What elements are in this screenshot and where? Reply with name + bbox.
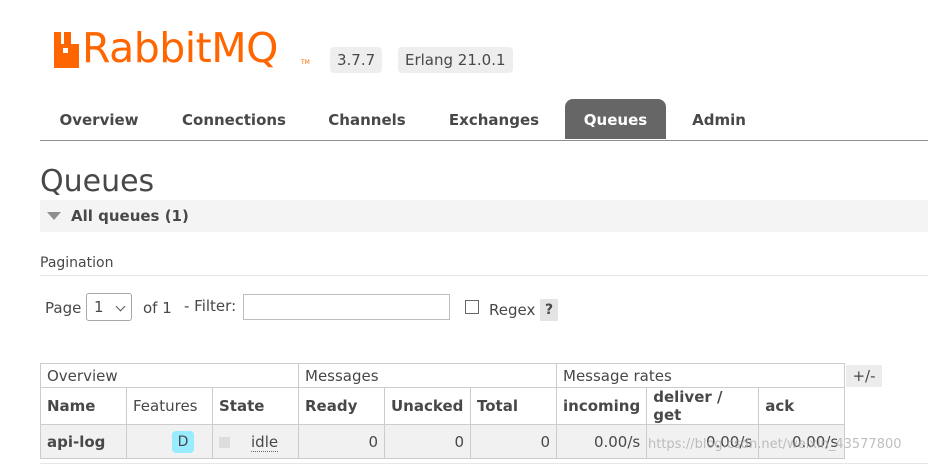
group-header-message-rates: Message rates bbox=[555, 363, 846, 388]
col-header-unacked[interactable]: Unacked bbox=[384, 387, 471, 425]
regex-label: Regex bbox=[489, 301, 536, 319]
ready-cell: 0 bbox=[298, 424, 385, 459]
durable-badge: D bbox=[172, 430, 194, 453]
col-header-total[interactable]: Total bbox=[470, 387, 557, 425]
incoming-rate-cell: 0.00/s bbox=[555, 424, 648, 459]
unacked-cell: 0 bbox=[384, 424, 471, 459]
main-nav: Overview Connections Channels Exchanges … bbox=[40, 99, 928, 141]
watermark: https://blog.csdn.net/weixin_43577800 bbox=[648, 437, 902, 452]
tab-overview[interactable]: Overview bbox=[50, 99, 148, 139]
pagination-label: Pagination bbox=[40, 255, 114, 271]
group-header-overview: Overview bbox=[40, 363, 299, 388]
page-label: Page bbox=[45, 299, 82, 317]
filter-input[interactable] bbox=[243, 294, 450, 320]
column-toggle-button[interactable]: +/- bbox=[846, 365, 882, 387]
rabbitmq-logo: RabbitMQ TM bbox=[52, 24, 314, 68]
col-header-state[interactable]: State bbox=[212, 387, 299, 425]
divider bbox=[40, 275, 928, 276]
col-header-name[interactable]: Name bbox=[40, 387, 127, 425]
col-header-deliver-get[interactable]: deliver / get bbox=[646, 387, 760, 425]
total-cell: 0 bbox=[470, 424, 557, 459]
chevron-down-icon bbox=[115, 301, 126, 312]
features-cell: D bbox=[126, 424, 213, 459]
tab-exchanges[interactable]: Exchanges bbox=[438, 99, 550, 139]
help-button[interactable]: ? bbox=[540, 299, 558, 321]
col-header-features: Features bbox=[126, 387, 213, 425]
tab-admin[interactable]: Admin bbox=[683, 99, 755, 139]
state-cell: idle bbox=[212, 424, 299, 459]
tab-connections[interactable]: Connections bbox=[170, 99, 298, 139]
col-header-ready[interactable]: Ready bbox=[298, 387, 385, 425]
queue-name-link[interactable]: api-log bbox=[40, 424, 127, 459]
state-text: idle bbox=[251, 432, 279, 452]
page-count-label: of 1 bbox=[143, 299, 172, 317]
collapse-triangle-icon bbox=[47, 212, 61, 220]
erlang-version-badge: Erlang 21.0.1 bbox=[398, 47, 513, 73]
section-label: All queues (1) bbox=[71, 207, 189, 225]
col-header-incoming[interactable]: incoming bbox=[555, 387, 648, 425]
tab-queues[interactable]: Queues bbox=[565, 99, 666, 139]
page-select[interactable]: 1 bbox=[86, 293, 132, 321]
regex-checkbox[interactable] bbox=[465, 300, 479, 314]
state-indicator bbox=[219, 436, 230, 448]
divider bbox=[40, 463, 928, 464]
all-queues-section-toggle[interactable]: All queues (1) bbox=[40, 200, 928, 232]
version-badge: 3.7.7 bbox=[330, 47, 383, 73]
tab-channels[interactable]: Channels bbox=[318, 99, 416, 139]
page-select-value: 1 bbox=[94, 298, 104, 316]
page-title: Queues bbox=[40, 164, 155, 199]
svg-text:TM: TM bbox=[300, 59, 310, 66]
rabbit-logo-icon: RabbitMQ TM bbox=[54, 24, 310, 68]
brand-text: RabbitMQ bbox=[82, 24, 278, 68]
group-header-messages: Messages bbox=[298, 363, 557, 388]
filter-label: - Filter: bbox=[184, 297, 237, 315]
col-header-ack[interactable]: ack bbox=[758, 387, 846, 425]
